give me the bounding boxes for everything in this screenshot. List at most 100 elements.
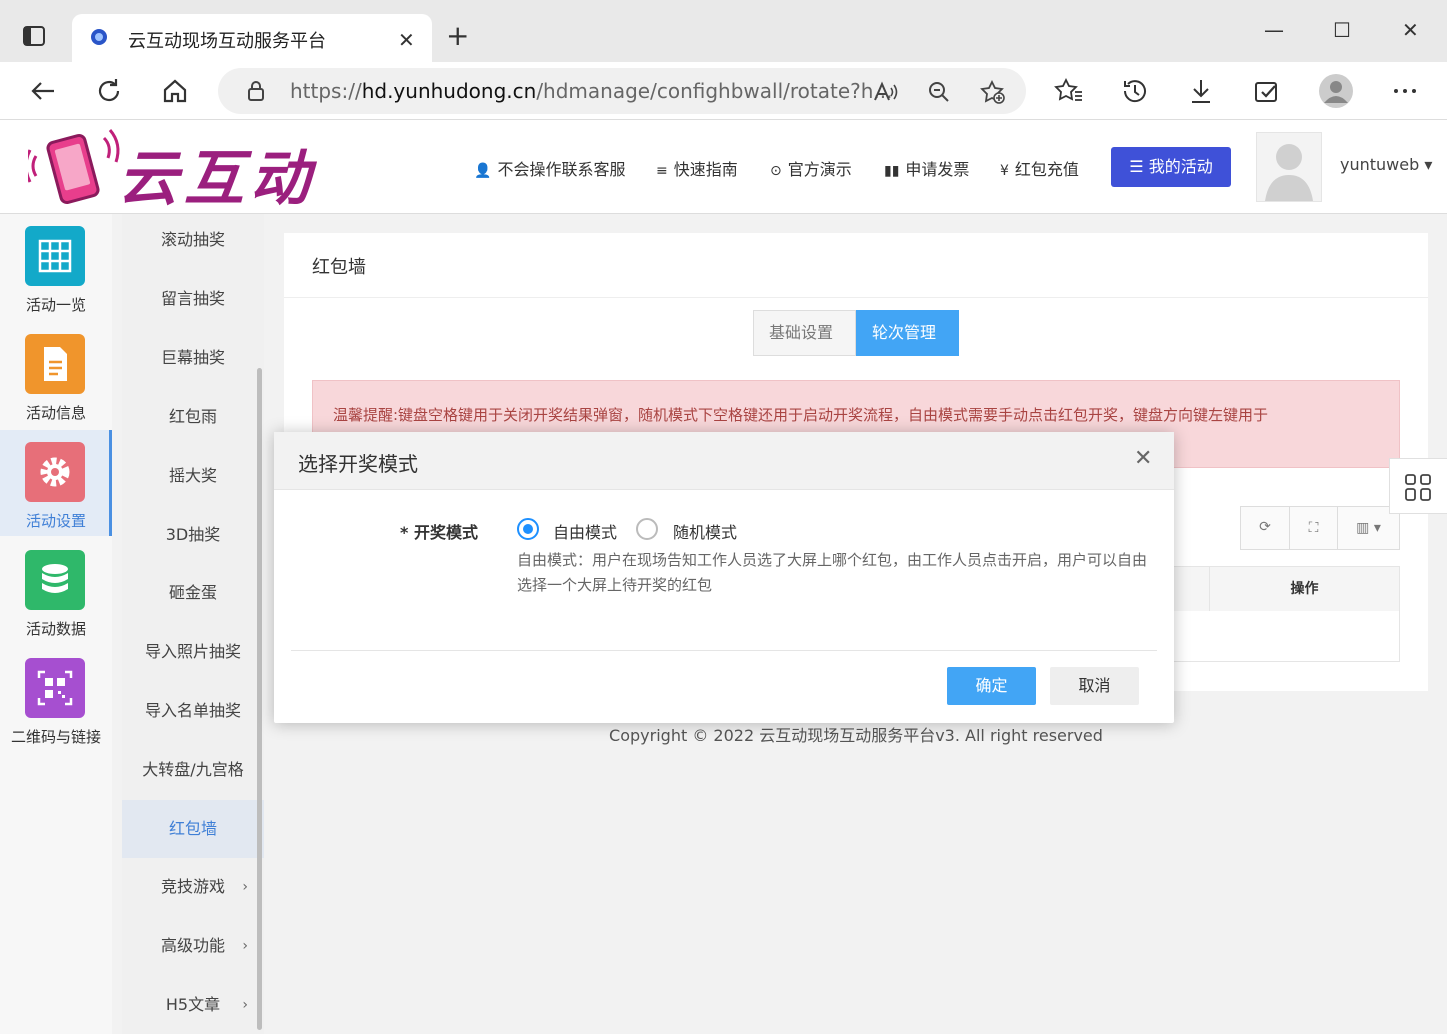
submenu-item-competitive-games[interactable]: 竞技游戏 › xyxy=(122,858,264,916)
close-icon[interactable]: ✕ xyxy=(1134,448,1152,470)
sidebar-item-activity-info[interactable]: 活动信息 xyxy=(0,322,112,428)
user-add-icon: 👤 xyxy=(474,163,492,179)
document-icon xyxy=(25,334,85,394)
submenu-item-photo-lottery[interactable]: 导入照片抽奖 xyxy=(122,623,264,681)
sub-menu: 滚动抽奖 留言抽奖 巨幕抽奖 红包雨 摇大奖 3D抽奖 砸金蛋 导入照片抽奖 导… xyxy=(122,214,264,1034)
lock-icon[interactable] xyxy=(246,80,266,102)
close-window-button[interactable]: ✕ xyxy=(1402,18,1419,42)
nav-customer-service[interactable]: 👤 不会操作联系客服 xyxy=(474,156,625,180)
history-icon[interactable] xyxy=(1120,76,1150,106)
tab-title: 云互动现场互动服务平台 xyxy=(128,31,326,52)
fullscreen-icon[interactable]: ⛶ xyxy=(1289,507,1337,549)
submenu-item-message-lottery[interactable]: 留言抽奖 xyxy=(122,270,264,328)
refresh-table-icon[interactable]: ⟳ xyxy=(1241,519,1289,535)
add-favorite-icon[interactable] xyxy=(980,80,1006,104)
radio-free-mode[interactable] xyxy=(517,518,539,540)
submenu-item-h5-article[interactable]: H5文章 › xyxy=(122,976,264,1034)
submenu-item-wheel[interactable]: 大转盘/九宫格 xyxy=(122,741,264,799)
gear-icon xyxy=(25,442,85,502)
read-aloud-icon[interactable] xyxy=(872,80,898,104)
sidebar-item-activity-data[interactable]: 活动数据 xyxy=(0,538,112,644)
tab-basic-settings[interactable]: 基础设置 xyxy=(753,310,856,356)
sidebar-item-label: 活动设置 xyxy=(25,512,86,530)
float-apps-icon[interactable] xyxy=(1389,458,1447,514)
browser-toolbar: https://hd.yunhudong.cn/hdmanage/configh… xyxy=(0,62,1447,120)
browser-tab[interactable]: 云互动现场互动服务平台 ✕ xyxy=(72,14,432,62)
user-avatar[interactable] xyxy=(1256,132,1322,202)
mode-help-text: 自由模式：用户在现场告知工作人员选了大屏上哪个红包，由工作人员点击开启，用户可以… xyxy=(517,551,1148,594)
profile-avatar-icon[interactable] xyxy=(1318,73,1354,109)
minimize-button[interactable]: — xyxy=(1264,18,1284,42)
refresh-icon[interactable] xyxy=(94,76,124,106)
sidebar-item-activity-list[interactable]: 活动一览 xyxy=(0,214,112,320)
main-sidebar: 活动一览 活动信息 活动设置 活动数据 二维码与链接 xyxy=(0,214,112,1034)
page-title: 红包墙 xyxy=(312,257,366,278)
grid-icon xyxy=(25,226,85,286)
draw-mode-label: * 开奖模式 xyxy=(400,523,478,542)
url-text[interactable]: https://hd.yunhudong.cn/hdmanage/configh… xyxy=(290,79,893,103)
user-silhouette-icon xyxy=(1265,144,1313,201)
username-dropdown[interactable]: yuntuweb ▾ xyxy=(1340,155,1432,174)
sidebar-item-qrcode-links[interactable]: 二维码与链接 xyxy=(0,646,112,752)
nav-official-demo[interactable]: ⊙ 官方演示 xyxy=(770,156,852,180)
submenu-item-redpacket-wall[interactable]: 红包墙 xyxy=(122,800,264,858)
tab-actions-icon[interactable] xyxy=(20,22,48,50)
confirm-button[interactable]: 确定 xyxy=(947,667,1036,705)
zoom-out-icon[interactable] xyxy=(926,80,952,104)
site-header: 云互动 👤 不会操作联系客服 ≡ 快速指南 ⊙ 官方演示 ▮▮ 申请发票 ¥ 红包充值 ☰… xyxy=(0,120,1447,214)
nav-redpacket-recharge[interactable]: ¥ 红包充值 xyxy=(1000,156,1079,180)
downloads-icon[interactable] xyxy=(1186,76,1216,106)
submenu-item-golden-egg[interactable]: 砸金蛋 xyxy=(122,564,264,622)
tab-close-icon[interactable]: ✕ xyxy=(398,28,415,52)
maximize-button[interactable]: ☐ xyxy=(1333,18,1351,42)
database-icon xyxy=(25,550,85,610)
nav-apply-invoice[interactable]: ▮▮ 申请发票 xyxy=(884,156,969,180)
submenu-item-shake-prize[interactable]: 摇大奖 xyxy=(122,447,264,505)
extensions-icon[interactable] xyxy=(1252,76,1282,106)
submenu-item-advanced[interactable]: 高级功能 › xyxy=(122,917,264,975)
draw-mode-dialog: 选择开奖模式 ✕ * 开奖模式 自由模式 随机模式 自由模式：用户在现场告知工作… xyxy=(274,432,1174,723)
submenu-item-redpacket-rain[interactable]: 红包雨 xyxy=(122,388,264,446)
column-header-actions: 操作 xyxy=(1209,567,1399,611)
sidebar-item-label: 活动信息 xyxy=(25,404,86,422)
divider xyxy=(284,297,1428,298)
browser-tab-bar: 云互动现场互动服务平台 ✕ + — ☐ ✕ xyxy=(0,0,1447,62)
submenu-item-3d-lottery[interactable]: 3D抽奖 xyxy=(122,506,264,564)
address-bar[interactable]: https://hd.yunhudong.cn/hdmanage/configh… xyxy=(218,68,1026,114)
barcode-icon: ▮▮ xyxy=(884,163,900,179)
site-favicon-icon xyxy=(91,29,107,45)
radio-random-mode[interactable] xyxy=(636,518,658,540)
sidebar-item-label: 活动一览 xyxy=(25,296,86,314)
table-toolbar: ⟳ ⛶ ▥ ▾ xyxy=(1240,506,1400,550)
chevron-right-icon: › xyxy=(242,879,248,895)
logo-phone-icon[interactable] xyxy=(28,126,128,210)
dialog-title: 选择开奖模式 xyxy=(298,452,418,476)
chevron-right-icon: › xyxy=(242,997,248,1013)
submenu-item-giant-lottery[interactable]: 巨幕抽奖 xyxy=(122,329,264,387)
yuan-icon: ¥ xyxy=(1000,163,1009,179)
sidebar-item-label: 二维码与链接 xyxy=(10,728,101,746)
dialog-divider xyxy=(291,650,1157,651)
footer-copyright: Copyright © 2022 云互动现场互动服务平台v3. All righ… xyxy=(609,726,1103,745)
sidebar-item-activity-settings[interactable]: 活动设置 xyxy=(0,430,112,536)
nav-quick-guide[interactable]: ≡ 快速指南 xyxy=(656,156,738,180)
submenu-scrollbar[interactable] xyxy=(257,368,262,1030)
dialog-header: 选择开奖模式 ✕ xyxy=(274,432,1174,490)
radio-random-mode-label[interactable]: 随机模式 xyxy=(673,519,737,543)
my-activity-button[interactable]: ☰ 我的活动 xyxy=(1111,147,1231,187)
submenu-item-scroll-lottery[interactable]: 滚动抽奖 xyxy=(122,214,264,269)
chevron-right-icon: › xyxy=(242,938,248,954)
tab-round-management[interactable]: 轮次管理 xyxy=(856,310,959,356)
back-icon[interactable] xyxy=(28,76,58,106)
qrcode-icon xyxy=(25,658,85,718)
more-menu-icon[interactable] xyxy=(1390,76,1420,106)
favorites-icon[interactable] xyxy=(1054,76,1084,106)
home-icon[interactable] xyxy=(160,76,190,106)
submenu-item-list-lottery[interactable]: 导入名单抽奖 xyxy=(122,682,264,740)
sidebar-item-label: 活动数据 xyxy=(25,620,86,638)
radio-free-mode-label[interactable]: 自由模式 xyxy=(553,519,617,543)
logo-text[interactable]: 云互动 xyxy=(118,130,316,217)
cancel-button[interactable]: 取消 xyxy=(1050,667,1139,705)
new-tab-button[interactable]: + xyxy=(446,22,469,50)
play-circle-icon: ⊙ xyxy=(770,163,782,179)
